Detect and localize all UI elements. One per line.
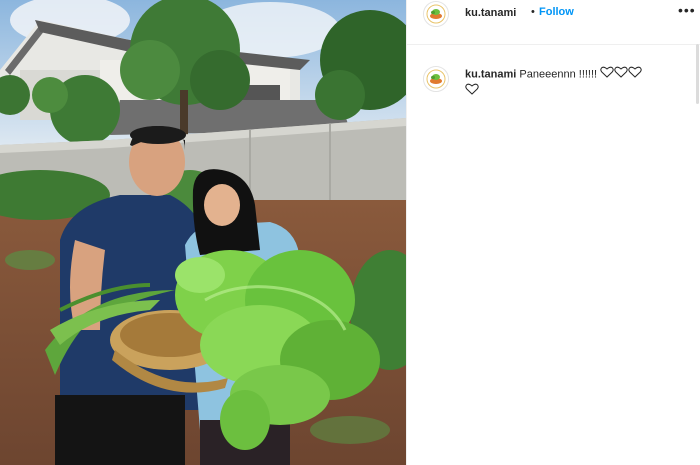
heart-outline-icon	[465, 83, 479, 100]
follow-button[interactable]: Follow	[539, 6, 574, 18]
header-username[interactable]: ku.tanami	[465, 7, 516, 19]
ellipsis-icon[interactable]: •••	[678, 2, 696, 18]
heart-outline-icon	[600, 66, 614, 83]
post-caption: ku.tanami Paneeennn !!!!!!	[465, 66, 685, 100]
separator-dot: •	[531, 6, 535, 18]
caption-username[interactable]: ku.tanami	[465, 68, 516, 80]
post-side-panel: ku.tanami • Follow ••• ku.tanami Paneeen…	[406, 0, 700, 465]
ku-tanami-logo-icon	[424, 67, 448, 91]
caption-avatar[interactable]	[423, 66, 449, 92]
ku-tanami-logo-icon	[424, 2, 448, 26]
post-header: ku.tanami • Follow •••	[407, 0, 700, 45]
caption-text: Paneeennn !!!!!!	[519, 68, 598, 81]
heart-outline-icon	[628, 66, 642, 83]
post-photo[interactable]	[0, 0, 406, 465]
scrollbar[interactable]	[696, 44, 699, 104]
avatar[interactable]	[423, 1, 449, 27]
heart-outline-icon	[614, 66, 628, 83]
garden-photo	[0, 0, 406, 465]
